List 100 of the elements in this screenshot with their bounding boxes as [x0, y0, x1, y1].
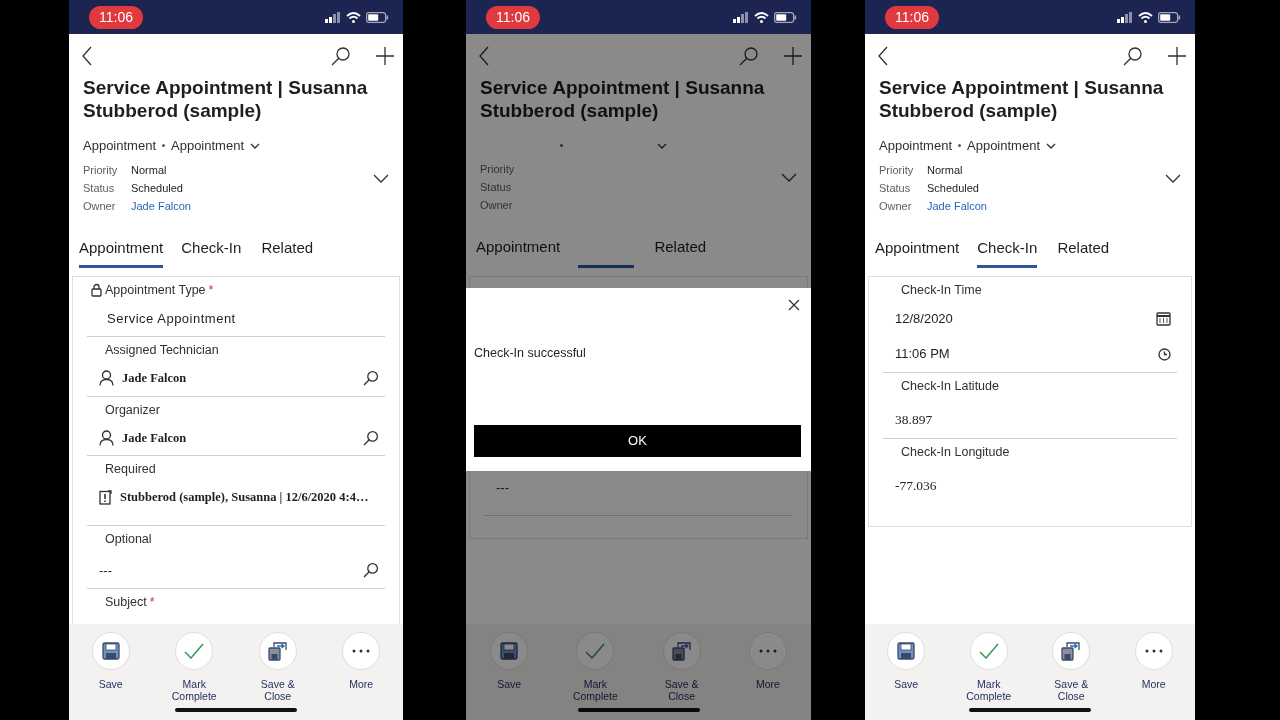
save-arrow-icon: [1061, 641, 1082, 661]
field-label: Required: [105, 461, 156, 479]
close-icon[interactable]: [787, 298, 801, 312]
tab[interactable]: Check-In: [977, 236, 1038, 268]
wifi-icon: [346, 11, 361, 23]
entity-name: Appointment: [879, 137, 952, 155]
required-mark: *: [149, 594, 155, 611]
tab[interactable]: Related: [259, 236, 316, 268]
date-value[interactable]: 12/8/2020: [895, 308, 953, 329]
search-icon[interactable]: [331, 46, 351, 66]
checkmark-icon: [184, 643, 205, 659]
search-icon[interactable]: [363, 562, 379, 579]
wifi-icon: [1138, 11, 1153, 23]
back-icon[interactable]: [877, 46, 889, 66]
chevron-down-icon[interactable]: [373, 173, 389, 183]
wifi-icon: [754, 11, 769, 23]
field-label: Check-In Longitude: [901, 443, 1010, 461]
field-label: Organizer: [105, 401, 160, 419]
save-icon: [101, 642, 120, 660]
command-button[interactable]: More: [728, 632, 807, 690]
number-value[interactable]: -77.036: [895, 475, 937, 496]
tab[interactable]: Appointment: [875, 236, 960, 268]
command-button[interactable]: Save: [71, 632, 150, 690]
record-title: Service Appointment | Susanna Stubberod (sample): [878, 76, 1165, 122]
command-button[interactable]: Save & Close: [1032, 632, 1111, 702]
number-value[interactable]: 38.897: [895, 409, 933, 430]
search-icon[interactable]: [363, 429, 379, 446]
owner-link[interactable]: Jade Falcon: [131, 197, 373, 215]
command-button[interactable]: Mark Complete: [949, 632, 1028, 702]
tab[interactable]: Related: [652, 236, 709, 268]
command-button[interactable]: Save & Close: [238, 632, 317, 702]
header-label: Status: [480, 180, 513, 195]
header-label: Status: [879, 180, 912, 196]
header-value: Normal: [131, 162, 168, 178]
separator-dot: [958, 144, 961, 148]
field-label: Subject: [105, 594, 147, 611]
separator-dot: [560, 144, 563, 147]
person-icon: [99, 370, 114, 387]
command-button[interactable]: Save: [470, 632, 549, 690]
search-icon[interactable]: [1123, 46, 1143, 66]
battery-icon: [1158, 11, 1181, 23]
field-label: Optional: [105, 530, 152, 548]
calendar-icon[interactable]: [1156, 311, 1171, 326]
record-title: Service Appointment | Susanna Stubberod (sample): [479, 76, 766, 122]
command-button[interactable]: More: [322, 632, 401, 690]
checkmark-icon: [978, 643, 999, 659]
status-time: 11:06: [885, 5, 939, 29]
time-value[interactable]: 11:06 PM: [895, 344, 950, 364]
status-time: 11:06: [89, 5, 143, 29]
lookup-value[interactable]: Stubberod (sample), Susanna | 12/6/2020 4:4…: [120, 488, 369, 507]
clock-icon[interactable]: [1158, 347, 1171, 361]
more-icon: [758, 649, 777, 653]
owner-link[interactable]: Jade Falcon: [927, 197, 1165, 215]
separator-dot: [162, 144, 165, 148]
add-icon[interactable]: [375, 46, 395, 66]
entity-name: Appointment: [83, 137, 156, 155]
status-time: 11:06: [486, 5, 540, 29]
header-label: Priority: [480, 162, 516, 177]
header-value: Normal: [927, 162, 964, 178]
checkmark-icon: [585, 643, 606, 659]
record-title: Service Appointment | Susanna Stubberod (sample): [82, 76, 369, 122]
form-selector[interactable]: Appointment: [171, 136, 244, 156]
back-icon[interactable]: [478, 46, 490, 66]
field-label: Appointment Type: [105, 282, 206, 299]
required-mark: *: [208, 282, 214, 299]
header-label: Owner: [480, 198, 514, 213]
command-button[interactable]: Mark Complete: [556, 632, 635, 702]
chevron-down-icon[interactable]: [250, 142, 260, 149]
header-value: Scheduled: [927, 180, 980, 196]
ok-button[interactable]: OK: [474, 425, 801, 457]
header-label: Owner: [83, 198, 117, 214]
dialog-message: Check-In successful: [474, 345, 587, 362]
tab[interactable]: Related: [1055, 236, 1112, 268]
tab[interactable]: Appointment: [79, 236, 164, 268]
lookup-value[interactable]: Jade Falcon: [122, 369, 187, 388]
chevron-down-icon[interactable]: [1046, 142, 1056, 149]
header-value: Scheduled: [131, 180, 184, 196]
tab[interactable]: Appointment: [476, 236, 561, 268]
signal-icon: [1117, 11, 1133, 23]
field-label: Check-In Latitude: [901, 377, 999, 395]
signal-icon: [733, 11, 749, 23]
add-icon[interactable]: [1167, 46, 1187, 66]
command-button[interactable]: Save: [867, 632, 946, 690]
command-button[interactable]: Mark Complete: [155, 632, 234, 702]
add-icon[interactable]: [783, 46, 803, 66]
tab[interactable]: Check-In: [181, 236, 242, 268]
document-alert-icon: [99, 489, 112, 505]
lookup-value[interactable]: Jade Falcon: [122, 428, 187, 448]
form-selector[interactable]: Appointment: [967, 136, 1040, 156]
search-icon[interactable]: [363, 370, 379, 387]
save-arrow-icon: [671, 641, 692, 661]
header-label: Priority: [83, 162, 119, 178]
field-label: Check-In Time: [901, 282, 982, 299]
header-label: Status: [83, 180, 116, 196]
command-button[interactable]: Save & Close: [642, 632, 721, 702]
chevron-down-icon[interactable]: [1165, 173, 1181, 183]
back-icon[interactable]: [81, 46, 93, 66]
field-value: ---: [496, 478, 509, 497]
command-button[interactable]: More: [1114, 632, 1193, 690]
lookup-value[interactable]: ---: [99, 560, 112, 580]
